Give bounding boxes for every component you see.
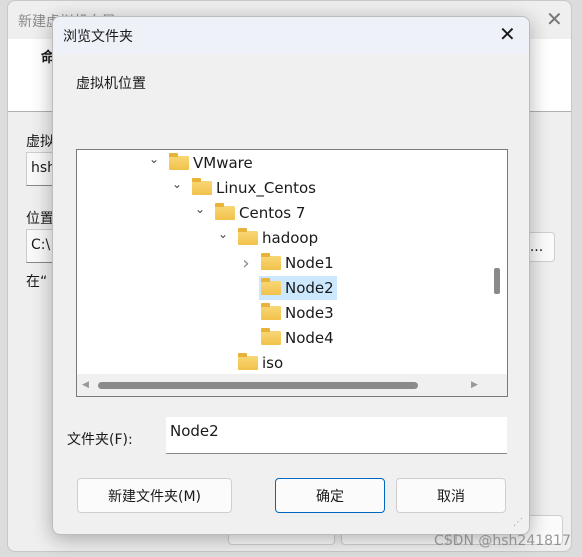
- browse-label: ...: [529, 239, 544, 255]
- new-folder-button[interactable]: 新建文件夹(M): [77, 478, 232, 513]
- tree-item-label: iso: [262, 354, 284, 372]
- tree-item[interactable]: ⌄ Linux_Centos: [170, 176, 319, 200]
- folder-icon: [238, 228, 258, 245]
- vertical-scroll-thumb[interactable]: [494, 268, 500, 294]
- location-value: C:\: [31, 237, 51, 253]
- scroll-right-icon[interactable]: ▶: [471, 380, 478, 390]
- folder-input[interactable]: Node2: [166, 417, 507, 454]
- folder-icon: [192, 178, 212, 195]
- chevron-down-icon[interactable]: ⌄: [193, 202, 207, 216]
- horizontal-scroll-thumb[interactable]: [98, 382, 418, 389]
- resize-grip-icon[interactable]: ⋰: [513, 517, 523, 528]
- horizontal-scrollbar[interactable]: ◀ ▶: [77, 374, 507, 396]
- chevron-down-icon[interactable]: ⌄: [147, 152, 161, 166]
- tree-item-label: Linux_Centos: [216, 179, 316, 197]
- tree-item[interactable]: Node4: [239, 326, 337, 350]
- tree-item-label: hadoop: [262, 229, 319, 247]
- vertical-scrollbar[interactable]: [487, 150, 507, 374]
- cancel-button[interactable]: 取消: [396, 478, 506, 513]
- tree-item-label: Centos 7: [239, 204, 306, 222]
- folder-icon: [238, 353, 258, 370]
- chevron-down-icon[interactable]: ⌄: [170, 177, 184, 191]
- ok-button[interactable]: 确定: [275, 478, 385, 513]
- wizard-close-icon[interactable]: ✕: [546, 7, 563, 31]
- watermark: CSDN @hsh241817: [434, 533, 571, 549]
- folder-icon: [261, 278, 281, 295]
- folder-icon: [261, 328, 281, 345]
- folder-label: 文件夹(F):: [67, 432, 133, 448]
- folder-value: Node2: [170, 422, 219, 440]
- tree-item-label: VMware: [193, 154, 253, 172]
- tree-item-label: Node2: [285, 279, 334, 297]
- tree-item[interactable]: Node3: [239, 301, 337, 325]
- tree-item[interactable]: ⌄ Centos 7: [193, 201, 308, 225]
- dialog-titlebar: 浏览文件夹 ✕: [53, 17, 529, 54]
- folder-icon: [215, 203, 235, 220]
- chevron-down-icon[interactable]: ⌄: [216, 227, 230, 241]
- folder-icon: [261, 253, 281, 270]
- folder-tree[interactable]: ⌄ VMware ⌄ Linux_Centos ⌄ Centos 7 ⌄ hadoop › Nod…: [76, 149, 508, 397]
- tree-item[interactable]: ⌄ VMware: [147, 151, 256, 175]
- tree-item-label: Node4: [285, 329, 334, 347]
- tree-item[interactable]: › Node1: [239, 251, 337, 275]
- tree-item[interactable]: Node2: [239, 276, 337, 300]
- tree-item-label: Node3: [285, 304, 334, 322]
- folder-icon: [261, 303, 281, 320]
- tree-item[interactable]: iso: [216, 351, 286, 375]
- hint-text: 在“: [26, 274, 48, 290]
- dialog-title: 浏览文件夹: [63, 29, 133, 45]
- chevron-right-icon[interactable]: ›: [239, 253, 253, 274]
- dialog-prompt: 虚拟机位置: [76, 76, 146, 92]
- tree-item[interactable]: ⌄ hadoop: [216, 226, 321, 250]
- browse-folder-dialog: 浏览文件夹 ✕ 虚拟机位置 ⌄ VMware ⌄ Linux_Centos ⌄ Cento…: [52, 16, 530, 535]
- location-label: 位置: [26, 211, 54, 227]
- name-label: 虚拟: [26, 134, 54, 150]
- folder-icon: [169, 153, 189, 170]
- tree-item-label: Node1: [285, 254, 334, 272]
- close-icon[interactable]: ✕: [499, 22, 516, 46]
- scroll-left-icon[interactable]: ◀: [82, 380, 89, 390]
